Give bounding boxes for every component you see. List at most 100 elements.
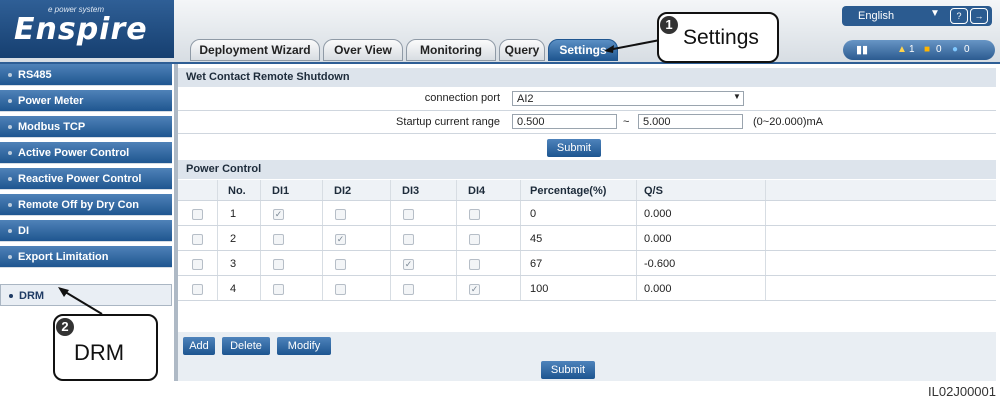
- connection-port-value: AI2: [517, 93, 534, 105]
- row-select-checkbox[interactable]: [192, 259, 203, 270]
- chevron-down-icon: ▼: [930, 8, 940, 19]
- section-title-wet-contact: Wet Contact Remote Shutdown: [178, 68, 996, 87]
- col-header-di3: DI3: [402, 185, 420, 197]
- col-header-di4: DI4: [468, 185, 486, 197]
- section-title-power-control: Power Control: [178, 160, 996, 179]
- divider: [178, 275, 996, 276]
- di2-checkbox[interactable]: ✓: [335, 234, 346, 245]
- sidebar-item-reactive-power-control[interactable]: Reactive Power Control: [0, 168, 172, 190]
- divider: [217, 180, 218, 300]
- tab-monitoring[interactable]: Monitoring: [406, 39, 496, 61]
- callout-drm-text: DRM: [74, 340, 125, 365]
- tab-overview[interactable]: Over View: [323, 39, 403, 61]
- add-button[interactable]: Add: [183, 337, 215, 355]
- divider: [520, 180, 521, 300]
- divider: [178, 225, 996, 226]
- figure-id: IL02J00001: [928, 384, 996, 399]
- warning-icon: ▲: [897, 44, 907, 55]
- range-min-input[interactable]: 0.500: [512, 114, 617, 129]
- range-hint: (0~20.000)mA: [753, 116, 824, 128]
- sidebar-item-rs485[interactable]: RS485: [0, 64, 172, 86]
- tab-query[interactable]: Query: [499, 39, 545, 61]
- divider: [456, 180, 457, 300]
- minor-alarm-icon: ■: [924, 44, 931, 55]
- di2-checkbox[interactable]: [335, 209, 346, 220]
- row-select-checkbox[interactable]: [192, 234, 203, 245]
- warning-alarm-count: 0: [964, 44, 970, 55]
- divider: [260, 180, 261, 300]
- row-no: 3: [230, 258, 237, 270]
- di3-checkbox[interactable]: [403, 209, 414, 220]
- sidebar-item-label: Export Limitation: [18, 251, 109, 263]
- range-max-value: 5.000: [643, 116, 671, 128]
- divider: [765, 180, 766, 300]
- signal-icon: ▮▮: [856, 44, 869, 56]
- range-max-input[interactable]: 5.000: [638, 114, 743, 129]
- di3-checkbox[interactable]: [403, 234, 414, 245]
- tab-deployment-wizard[interactable]: Deployment Wizard: [190, 39, 320, 61]
- sidebar-item-active-power-control[interactable]: Active Power Control: [0, 142, 172, 164]
- row-select-checkbox[interactable]: [192, 209, 203, 220]
- divider: [178, 200, 996, 201]
- range-separator: ~: [623, 116, 630, 128]
- language-label: English: [858, 10, 895, 22]
- col-header-di2: DI2: [334, 185, 352, 197]
- sidebar-item-export-limitation[interactable]: Export Limitation: [0, 246, 172, 268]
- di2-checkbox[interactable]: [335, 284, 346, 295]
- connection-port-select[interactable]: AI2: [512, 91, 744, 106]
- delete-button[interactable]: Delete: [222, 337, 270, 355]
- sidebar-item-label: Power Meter: [18, 95, 84, 107]
- row-no: 2: [230, 233, 237, 245]
- percentage-value: 100: [530, 283, 549, 295]
- modify-button[interactable]: Modify: [277, 337, 331, 355]
- sidebar-item-label: RS485: [18, 69, 52, 81]
- logo-text: Enspire: [14, 12, 148, 47]
- chevron-down-icon: ▼: [733, 92, 741, 101]
- sidebar-item-label: Modbus TCP: [18, 121, 86, 133]
- startup-current-range-label: Startup current range: [396, 116, 500, 128]
- range-min-value: 0.500: [517, 116, 545, 128]
- di1-checkbox[interactable]: ✓: [273, 209, 284, 220]
- sidebar-item-label: DI: [18, 225, 29, 237]
- sidebar-item-di[interactable]: DI: [0, 220, 172, 242]
- di4-checkbox[interactable]: [469, 259, 480, 270]
- di1-checkbox[interactable]: [273, 284, 284, 295]
- di1-checkbox[interactable]: [273, 234, 284, 245]
- di4-checkbox[interactable]: ✓: [469, 284, 480, 295]
- logout-icon[interactable]: →: [970, 8, 988, 24]
- divider: [390, 180, 391, 300]
- wet-contact-submit-button[interactable]: Submit: [547, 139, 601, 157]
- major-alarm-count: 1: [909, 44, 915, 55]
- col-header-di1: DI1: [272, 185, 290, 197]
- sidebar-item-power-meter[interactable]: Power Meter: [0, 90, 172, 112]
- percentage-value: 45: [530, 233, 543, 245]
- callout-number-1: 1: [660, 16, 678, 34]
- sidebar-item-label: Remote Off by Dry Con: [18, 199, 140, 211]
- qs-value: 0.000: [644, 283, 672, 295]
- row-select-checkbox[interactable]: [192, 284, 203, 295]
- percentage-value: 0: [530, 208, 537, 220]
- info-icon: ●: [952, 44, 959, 55]
- power-control-submit-button[interactable]: Submit: [541, 361, 595, 379]
- callout-settings-text: Settings: [683, 26, 759, 49]
- di4-checkbox[interactable]: [469, 234, 480, 245]
- col-header-no: No.: [228, 185, 246, 197]
- sidebar-item-modbus-tcp[interactable]: Modbus TCP: [0, 116, 172, 138]
- divider: [178, 110, 996, 111]
- sidebar-item-label: Reactive Power Control: [18, 173, 142, 185]
- di2-checkbox[interactable]: [335, 259, 346, 270]
- help-icon[interactable]: ?: [950, 8, 968, 24]
- qs-value: 0.000: [644, 208, 672, 220]
- qs-value: 0.000: [644, 233, 672, 245]
- callout-number-2: 2: [56, 318, 74, 336]
- sidebar-item-remote-off[interactable]: Remote Off by Dry Con: [0, 194, 172, 216]
- divider: [178, 250, 996, 251]
- row-no: 4: [230, 283, 237, 295]
- col-header-percentage: Percentage(%): [530, 185, 607, 197]
- di1-checkbox[interactable]: [273, 259, 284, 270]
- di3-checkbox[interactable]: ✓: [403, 259, 414, 270]
- row-no: 1: [230, 208, 237, 220]
- di4-checkbox[interactable]: [469, 209, 480, 220]
- divider: [178, 300, 996, 301]
- di3-checkbox[interactable]: [403, 284, 414, 295]
